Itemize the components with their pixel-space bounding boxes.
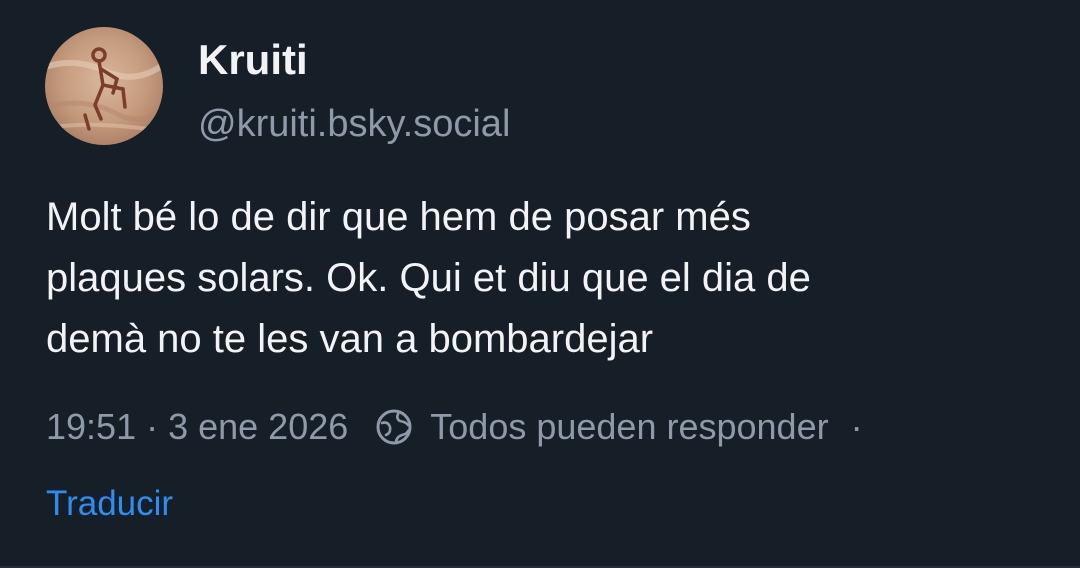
author-handle[interactable]: @kruiti.bsky.social <box>198 102 510 146</box>
avatar[interactable] <box>45 27 163 145</box>
reply-settings-button[interactable]: Todos pueden responder <box>374 406 829 448</box>
translate-link[interactable]: Traducir <box>46 483 173 525</box>
meta-separator: · <box>146 406 159 447</box>
author-display-name[interactable]: Kruiti <box>198 34 510 86</box>
meta-dot: · <box>850 406 863 447</box>
post-meta: 19:51 · 3 ene 2026 Todos pueden responde… <box>46 405 863 449</box>
post-text: Molt bé lo de dir que hem de posar més p… <box>46 195 811 361</box>
globe-icon <box>374 407 414 447</box>
reply-settings-label: Todos pueden responder <box>430 406 829 447</box>
post-date: 3 ene 2026 <box>168 406 349 447</box>
post-author: Kruiti @kruiti.bsky.social <box>198 34 510 146</box>
post-time: 19:51 <box>46 406 137 447</box>
avatar-image <box>45 27 163 145</box>
